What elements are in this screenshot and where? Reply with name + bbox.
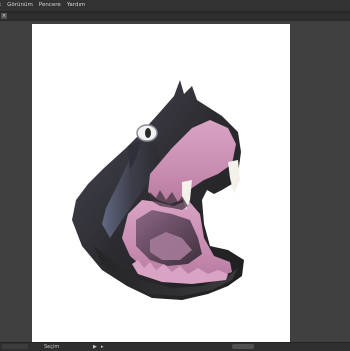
- zoom-field[interactable]: [2, 344, 28, 349]
- menu-item-edit[interactable]: t: [0, 0, 1, 11]
- horizontal-scrollbar[interactable]: [232, 344, 254, 349]
- menu-item-help[interactable]: Yardım: [67, 0, 86, 11]
- menu-bar: t Görünüm Pencere Yardım: [0, 0, 350, 12]
- artboard[interactable]: [32, 24, 290, 342]
- menu-item-window[interactable]: Pencere: [39, 0, 61, 11]
- tab-strip: [9, 14, 350, 19]
- menu-item-view[interactable]: Görünüm: [7, 0, 33, 11]
- snake-head-illustration: [72, 80, 244, 300]
- eye-pupil: [145, 128, 151, 138]
- close-tab-icon[interactable]: ×: [1, 13, 7, 19]
- document-tab-bar: ×: [0, 12, 350, 21]
